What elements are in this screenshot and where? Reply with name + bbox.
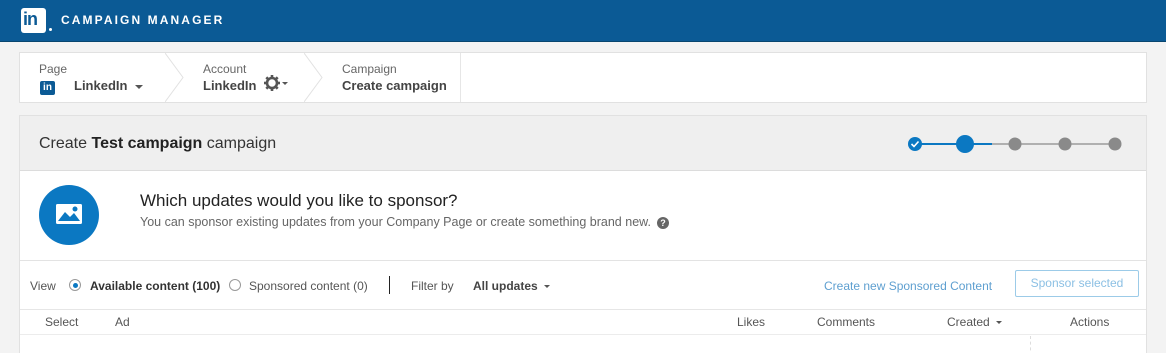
chevron-down-icon: [544, 285, 551, 289]
breadcrumb-separator: [165, 53, 184, 102]
intro-subtext: You can sponsor existing updates from yo…: [140, 215, 669, 229]
step-2-current: [956, 135, 974, 153]
table-row: [20, 336, 1146, 353]
sponsor-selected-button[interactable]: Sponsor selected: [1015, 270, 1139, 297]
row-divider: [1030, 336, 1031, 353]
available-content-radio[interactable]: [69, 279, 81, 291]
sponsored-content-radio[interactable]: [229, 279, 241, 291]
gear-icon[interactable]: [263, 73, 289, 93]
column-ad: Ad: [115, 315, 130, 329]
column-comments[interactable]: Comments: [817, 315, 875, 329]
logo-text: in: [23, 9, 38, 29]
breadcrumb-separator: [304, 53, 323, 102]
image-icon: [39, 185, 99, 245]
logo-dot: [49, 28, 52, 31]
breadcrumb-end-divider: [460, 53, 461, 102]
column-select: Select: [45, 315, 79, 329]
campaign-panel: Create Test campaign campaign Which upda…: [19, 115, 1147, 353]
help-icon[interactable]: ?: [656, 217, 669, 229]
sort-down-icon: [996, 321, 1003, 325]
column-created[interactable]: Created: [947, 315, 1003, 329]
step-1-complete[interactable]: [908, 137, 922, 151]
breadcrumb-page-value: LinkedIn: [74, 78, 143, 93]
filter-label: Filter by: [411, 279, 454, 293]
breadcrumb-account[interactable]: Account LinkedIn: [185, 53, 320, 102]
breadcrumb-page[interactable]: Page in LinkedIn: [20, 53, 170, 102]
progress-stepper: [908, 135, 1122, 153]
chevron-down-icon: [134, 84, 143, 89]
linkedin-logo[interactable]: in: [21, 8, 46, 33]
step-4: [1058, 137, 1072, 151]
breadcrumb-account-key: Account: [203, 62, 247, 76]
breadcrumb-campaign: Campaign Create campaign: [324, 53, 460, 102]
app-title: CAMPAIGN MANAGER: [61, 13, 225, 27]
panel-header: Create Test campaign campaign: [20, 116, 1146, 171]
intro-section: Which updates would you like to sponsor?…: [20, 172, 1146, 261]
step-5: [1108, 137, 1122, 151]
breadcrumb-page-key: Page: [39, 62, 68, 76]
toolbar-divider: [389, 276, 390, 294]
column-likes[interactable]: Likes: [737, 315, 765, 329]
column-actions: Actions: [1070, 315, 1110, 329]
content-toolbar: View Available content (100) Sponsored c…: [20, 262, 1146, 310]
view-label: View: [30, 279, 56, 293]
sponsored-content-label[interactable]: Sponsored content (0): [249, 279, 368, 293]
page-title: Create Test campaign campaign: [39, 135, 277, 152]
breadcrumb: Page in LinkedIn Account LinkedIn Campai…: [19, 52, 1147, 103]
create-sponsored-content-link[interactable]: Create new Sponsored Content: [824, 279, 992, 293]
breadcrumb-campaign-key: Campaign: [342, 62, 397, 76]
breadcrumb-campaign-value: Create campaign: [342, 78, 447, 93]
page-logo-icon: in: [40, 81, 55, 95]
intro-heading: Which updates would you like to sponsor?: [140, 191, 458, 210]
step-3: [1008, 137, 1022, 151]
breadcrumb-account-value: LinkedIn: [203, 78, 257, 93]
table-header: Select Ad Likes Comments Created Actions: [20, 311, 1146, 335]
filter-dropdown[interactable]: All updates: [473, 279, 551, 293]
top-bar: in CAMPAIGN MANAGER: [0, 0, 1166, 42]
available-content-label[interactable]: Available content (100): [90, 279, 220, 293]
campaign-name: Test campaign: [91, 135, 203, 152]
